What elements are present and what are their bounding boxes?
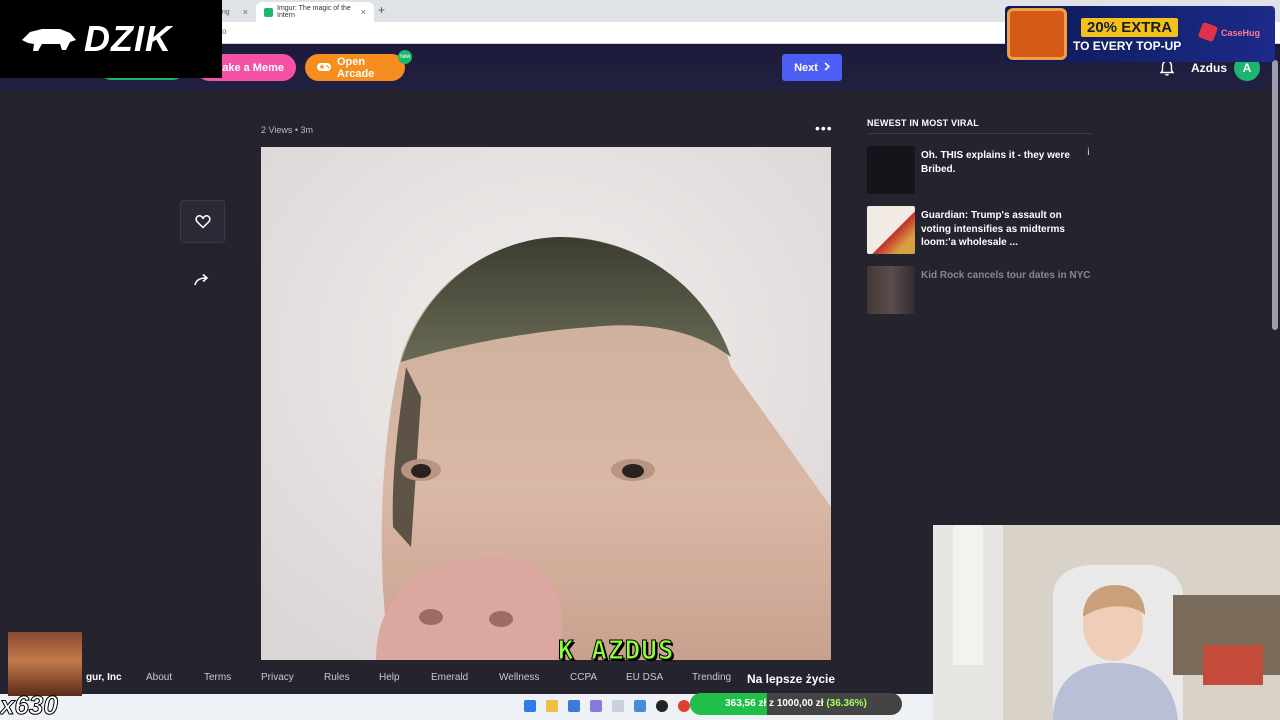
tab-close-icon[interactable]: × <box>361 7 366 17</box>
goal-total: 1000,00 zł <box>776 698 824 709</box>
sidebar-title: NEWEST IN MOST VIRAL <box>867 118 979 128</box>
promo-headline: 20% EXTRA <box>1081 18 1179 37</box>
boar-icon <box>22 29 76 51</box>
streamer-name-overlay: K AZDUS <box>558 636 675 667</box>
view-count: 2 Views <box>261 125 293 135</box>
reaction-emote-image <box>8 632 82 696</box>
like-button[interactable] <box>180 200 225 243</box>
sidebar-post[interactable]: Guardian: Trump's assault on voting inte… <box>867 206 1093 254</box>
footer-link-about[interactable]: About <box>146 672 172 683</box>
app-icon[interactable] <box>568 700 580 712</box>
open-arcade-label: Open Arcade <box>337 55 375 80</box>
post-age: 3m <box>300 125 314 135</box>
browser-tab-active[interactable]: Imgur: The magic of the Intern × <box>256 2 374 22</box>
combo-multiplier: x630 <box>0 690 58 720</box>
next-button[interactable]: Next <box>782 54 842 81</box>
footer-link-ccpa[interactable]: CCPA <box>570 672 597 683</box>
sidebar-divider <box>867 133 1093 134</box>
donation-goal-bar: 363,56 zł z 1000,00 zł (36.36%) <box>690 693 902 715</box>
file-explorer-icon[interactable] <box>546 700 558 712</box>
plus-icon[interactable]: + <box>378 3 385 17</box>
chrome-icon[interactable] <box>678 700 690 712</box>
dzik-brand-text: DZIK <box>84 18 172 59</box>
post-meta: 2 Views • 3m <box>261 125 313 135</box>
sidebar-post-thumbnail <box>867 266 915 314</box>
sidebar-post[interactable]: Kid Rock cancels tour dates in NYC <box>867 266 1093 314</box>
footer-link-wellness[interactable]: Wellness <box>499 672 539 683</box>
app-icon[interactable] <box>634 700 646 712</box>
footer-link-terms[interactable]: Terms <box>204 672 231 683</box>
sidebar-post-title: Kid Rock cancels tour dates in NYC <box>921 270 1091 281</box>
windows-start-icon[interactable] <box>524 700 536 712</box>
open-arcade-button[interactable]: Open Arcade <box>305 54 405 81</box>
obs-icon[interactable] <box>656 700 668 712</box>
dzik-logo: DZIK <box>0 0 222 78</box>
donation-goal-text: 363,56 zł z 1000,00 zł (36.36%) <box>690 698 902 709</box>
more-dots-icon[interactable]: ••• <box>815 120 833 136</box>
streamer-webcam <box>933 525 1280 720</box>
imgur-favicon-icon <box>264 7 273 17</box>
sidebar-post-title: Oh. THIS explains it - they were Bribed. <box>921 150 1070 175</box>
footer-link-trending[interactable]: Trending <box>692 672 731 683</box>
info-icon[interactable]: ⅰ <box>1087 147 1090 158</box>
goal-percent: (36.36%) <box>826 698 867 709</box>
footer-link-emerald[interactable]: Emerald <box>431 672 468 683</box>
promo-subline: TO EVERY TOP-UP <box>1073 39 1182 53</box>
share-arrow-icon[interactable] <box>192 270 212 290</box>
username[interactable]: Azdus <box>1191 61 1227 75</box>
sidebar-post-thumbnail <box>867 206 915 254</box>
app-icon[interactable] <box>590 700 602 712</box>
footer-link-privacy[interactable]: Privacy <box>261 672 294 683</box>
next-label: Next <box>794 61 818 74</box>
treasure-chest-icon <box>1007 8 1067 60</box>
app-icon[interactable] <box>612 700 624 712</box>
goal-current: 363,56 zł <box>725 698 767 709</box>
promo-brand: CaseHug <box>1221 28 1261 38</box>
donation-goal-caption: Na lepsze życie <box>747 672 836 686</box>
sidebar-post-title: Guardian: Trump's assault on voting inte… <box>921 210 1065 248</box>
tab-close-icon[interactable]: × <box>243 7 248 17</box>
footer-link-rules[interactable]: Rules <box>324 672 350 683</box>
sidebar-post[interactable]: Oh. THIS explains it - they were Bribed. <box>867 146 1093 194</box>
post-image[interactable] <box>261 147 831 660</box>
tab-title: Imgur: The magic of the Intern <box>277 5 351 19</box>
footer-company: gur, Inc <box>86 672 122 683</box>
footer-link-help[interactable]: Help <box>379 672 400 683</box>
heart-icon <box>194 215 211 229</box>
footer-link-eu-dsa[interactable]: EU DSA <box>626 672 663 683</box>
goal-separator: z <box>769 698 775 709</box>
casehug-promo-banner: 20% EXTRA TO EVERY TOP-UP CaseHug <box>1005 6 1275 62</box>
page-scrollbar[interactable] <box>1272 60 1278 330</box>
casehug-logo-icon <box>1197 21 1219 43</box>
url-text: o <box>222 27 227 36</box>
make-a-meme-label: Make a Meme <box>213 61 284 74</box>
sidebar-post-thumbnail <box>867 146 915 194</box>
new-badge: new <box>398 50 412 64</box>
chevron-right-icon <box>824 61 831 74</box>
gamepad-icon <box>317 61 331 75</box>
